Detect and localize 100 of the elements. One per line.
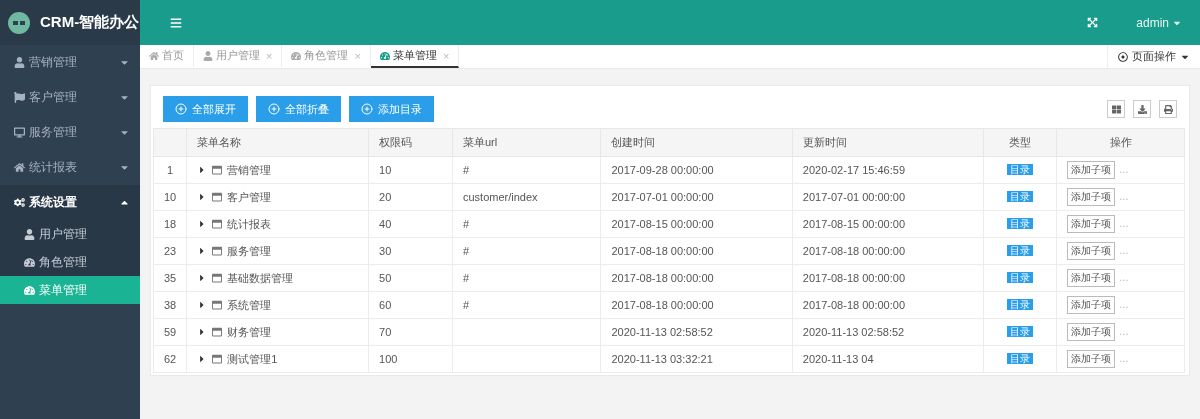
table-cell: # — [452, 264, 601, 292]
toolbar-button[interactable]: 全部展开 — [163, 96, 248, 122]
close-icon[interactable]: × — [354, 49, 361, 62]
more-link[interactable]: ... — [1119, 217, 1129, 229]
gauge-icon — [24, 256, 35, 268]
logo-icon — [8, 11, 30, 34]
column-header: 更新时间 — [792, 128, 984, 157]
table-cell: 1 — [153, 156, 187, 184]
menu-name: 基础数据管理 — [227, 270, 294, 286]
table-cell: 50 — [368, 264, 453, 292]
table-cell: 10 — [368, 156, 453, 184]
user-icon — [24, 228, 35, 240]
menu-icon[interactable] — [170, 16, 182, 29]
tab[interactable]: 首页 — [140, 45, 194, 68]
grid-icon — [1111, 104, 1121, 114]
table-cell: 2017-08-15 00:00:00 — [792, 210, 984, 238]
more-link[interactable]: ... — [1119, 190, 1129, 202]
more-link[interactable]: ... — [1119, 244, 1129, 256]
more-link[interactable]: ... — [1119, 163, 1129, 175]
tab[interactable]: 用户管理 × — [194, 45, 283, 68]
add-child-button[interactable]: 添加子项 — [1067, 296, 1116, 314]
more-link[interactable]: ... — [1119, 325, 1129, 337]
home-icon — [149, 50, 159, 61]
flag-icon — [14, 92, 25, 103]
sidebar-item[interactable]: 统计报表 — [0, 150, 140, 185]
monitor-icon — [14, 127, 25, 138]
download-icon — [1137, 104, 1147, 114]
window-icon — [212, 354, 223, 364]
more-link[interactable]: ... — [1119, 271, 1129, 283]
table-cell: # — [452, 156, 601, 184]
add-child-button[interactable]: 添加子项 — [1067, 323, 1116, 341]
type-tag: 目录 — [1007, 326, 1034, 337]
table-cell: 2017-08-18 00:00:00 — [601, 264, 793, 292]
home-icon — [14, 162, 25, 173]
target-icon — [1118, 51, 1128, 62]
window-icon — [212, 192, 223, 202]
sidebar-item[interactable]: 服务管理 — [0, 115, 140, 150]
window-icon — [212, 273, 223, 283]
table-cell: 2017-08-18 00:00:00 — [601, 291, 793, 319]
tab[interactable]: 角色管理 × — [282, 45, 371, 68]
table-cell: 2017-08-18 00:00:00 — [792, 264, 984, 292]
window-icon — [212, 246, 223, 256]
fullscreen-icon[interactable] — [1087, 17, 1099, 28]
add-child-button[interactable]: 添加子项 — [1067, 350, 1116, 368]
type-tag: 目录 — [1007, 272, 1034, 283]
table-cell: 35 — [153, 264, 187, 292]
more-link[interactable]: ... — [1119, 352, 1129, 364]
table-cell: 30 — [368, 237, 453, 265]
print-button[interactable] — [1159, 100, 1177, 118]
type-tag: 目录 — [1007, 191, 1034, 202]
add-child-button[interactable]: 添加子项 — [1067, 269, 1116, 287]
column-header: 操作 — [1056, 128, 1185, 157]
menu-name: 系统管理 — [227, 297, 272, 313]
sidebar-item[interactable]: 营销管理 — [0, 45, 140, 80]
gauge-icon — [379, 50, 390, 61]
window-icon — [212, 165, 223, 175]
user-icon — [14, 57, 25, 68]
menu-name: 客户管理 — [227, 189, 272, 205]
window-icon — [212, 300, 223, 310]
window-icon — [212, 327, 223, 337]
table-cell: 59 — [153, 318, 187, 346]
add-child-button[interactable]: 添加子项 — [1067, 161, 1116, 179]
table-cell: # — [452, 237, 601, 265]
toolbar-button[interactable]: 全部折叠 — [256, 96, 341, 122]
column-header: 类型 — [983, 128, 1057, 157]
close-icon[interactable]: × — [266, 49, 273, 62]
sidebar-subitem[interactable]: 角色管理 — [0, 248, 140, 276]
menu-name: 测试管理1 — [227, 351, 278, 367]
column-header: 菜单url — [452, 128, 601, 157]
table-cell: 18 — [153, 210, 187, 238]
sidebar-item[interactable]: 客户管理 — [0, 80, 140, 115]
add-child-button[interactable]: 添加子项 — [1067, 215, 1116, 233]
toolbar-button[interactable]: 添加目录 — [349, 96, 434, 122]
menu-name: 服务管理 — [227, 243, 272, 259]
table-cell: 2017-08-18 00:00:00 — [792, 291, 984, 319]
columns-button[interactable] — [1107, 100, 1125, 118]
close-icon[interactable]: × — [442, 49, 450, 62]
table-cell: 2017-08-18 00:00:00 — [792, 237, 984, 265]
menu-name: 财务管理 — [227, 324, 272, 340]
more-link[interactable]: ... — [1119, 298, 1129, 310]
add-child-button[interactable]: 添加子项 — [1067, 188, 1116, 206]
table-cell: 2017-07-01 00:00:00 — [792, 183, 984, 211]
sidebar-subitem[interactable]: 菜单管理 — [0, 276, 140, 304]
user-menu[interactable]: admin — [1136, 15, 1182, 30]
user-icon — [203, 50, 213, 61]
sidebar-item[interactable]: 系统设置 — [0, 185, 140, 220]
table-cell: 10 — [153, 183, 187, 211]
tab[interactable]: 菜单管理 × — [370, 45, 460, 68]
table-cell: 2020-11-13 02:58:52 — [792, 318, 984, 346]
column-header: 权限码 — [368, 128, 453, 157]
add-child-button[interactable]: 添加子项 — [1067, 242, 1116, 260]
table-cell: 2020-11-13 04 — [792, 345, 984, 373]
app-title: CRM-智能办公 — [40, 13, 140, 32]
table-cell: 2017-07-01 00:00:00 — [601, 183, 793, 211]
page-actions-button[interactable]: 页面操作 — [1107, 45, 1200, 68]
export-button[interactable] — [1133, 100, 1151, 118]
table-cell: 100 — [368, 345, 453, 373]
sidebar-subitem[interactable]: 用户管理 — [0, 220, 140, 248]
plus-circle-icon — [175, 103, 187, 115]
print-icon — [1163, 104, 1173, 114]
